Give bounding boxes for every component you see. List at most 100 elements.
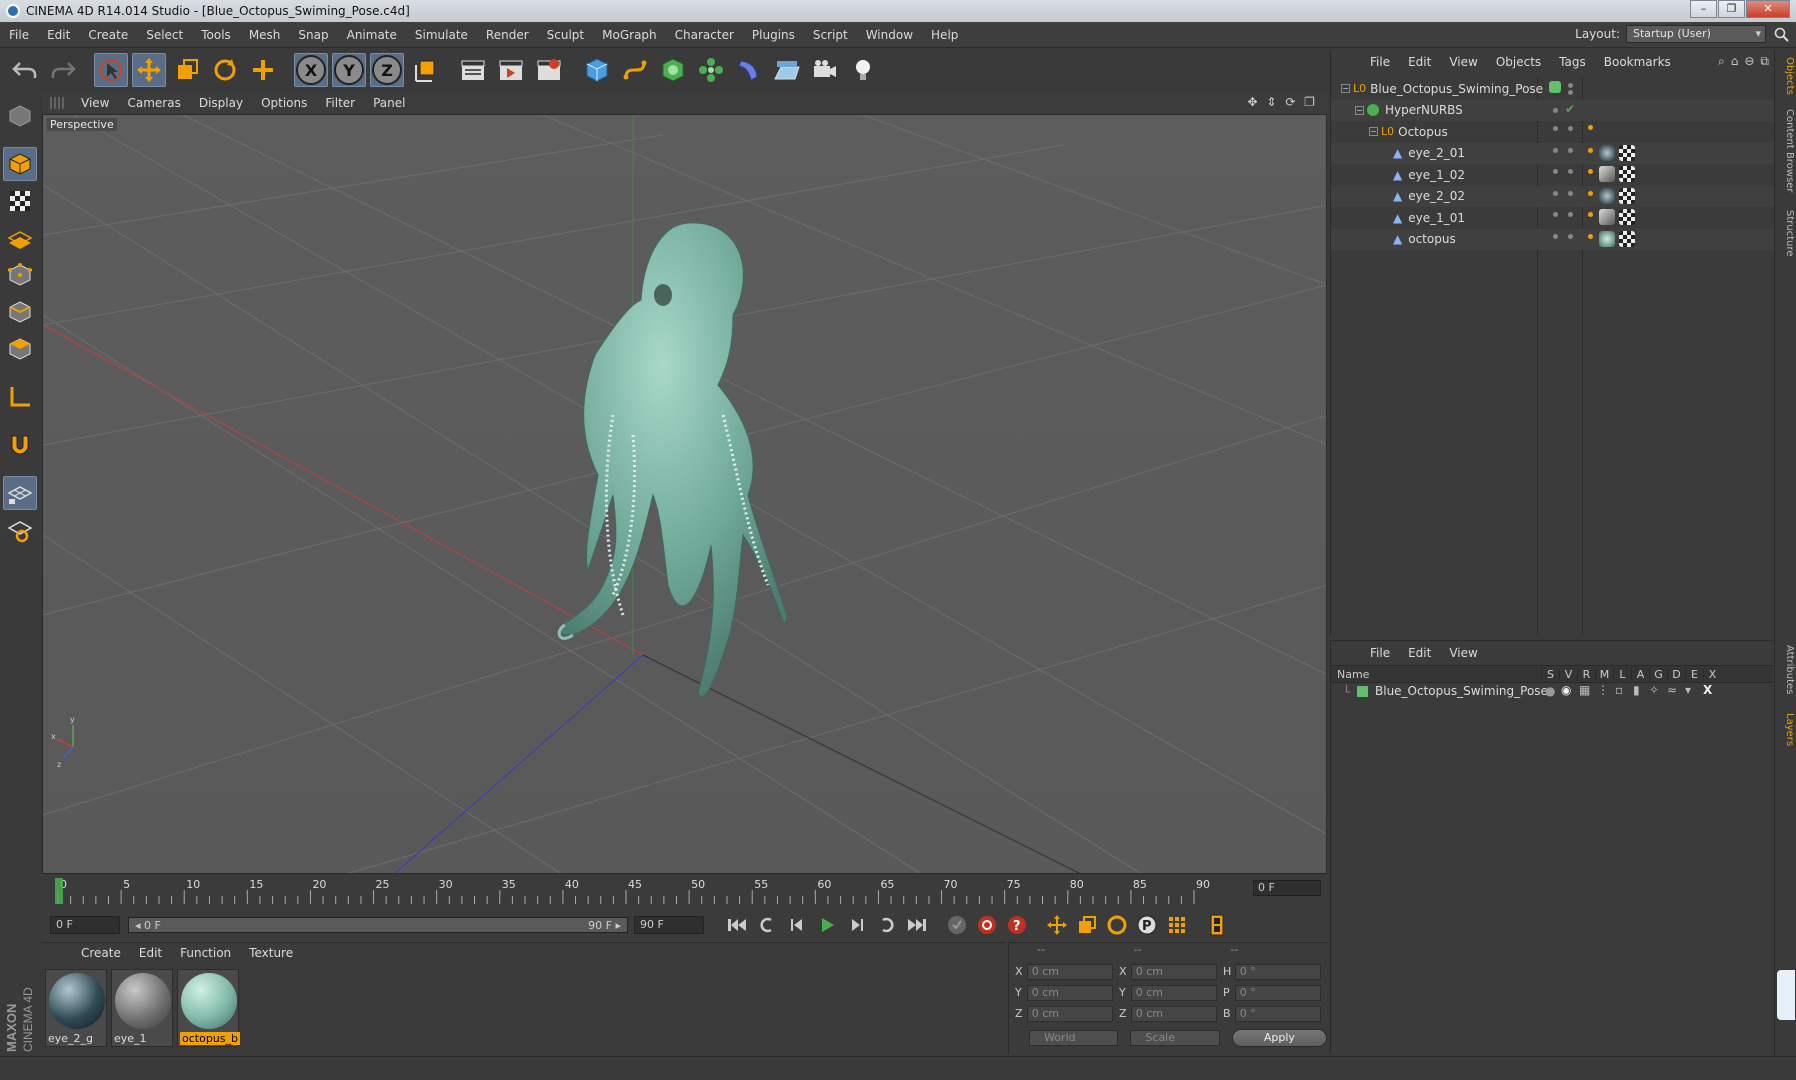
expression-icon[interactable]: ▾	[1685, 683, 1691, 697]
scale-tool[interactable]	[170, 53, 204, 87]
add-scene-floor-button[interactable]	[770, 53, 804, 87]
object-row-hypernurbs[interactable]: − HyperNURBS ✔	[1331, 99, 1774, 121]
redo-button[interactable]	[46, 53, 80, 87]
recent-tool[interactable]	[246, 53, 280, 87]
viewport-menu-filter[interactable]: Filter	[316, 96, 364, 110]
material-swatch-eye-1[interactable]: eye_1	[111, 969, 173, 1047]
render-to-picture-viewer-button[interactable]	[494, 53, 528, 87]
viewport-menu-cameras[interactable]: Cameras	[118, 96, 189, 110]
teamviewer-icon[interactable]	[1777, 970, 1795, 1020]
preview-range-slider[interactable]: ◂ 0 F 90 F ▸	[128, 917, 628, 933]
viewport-menu-display[interactable]: Display	[190, 96, 252, 110]
menu-animate[interactable]: Animate	[338, 28, 406, 42]
workplane-mode-button[interactable]	[3, 221, 37, 255]
column-solo[interactable]: S	[1541, 667, 1559, 681]
goto-start-button[interactable]	[724, 912, 750, 938]
render-visibility-dot[interactable]	[1568, 233, 1573, 239]
axis-mode-button[interactable]	[3, 380, 37, 414]
viewport-menu-panel[interactable]: Panel	[364, 96, 414, 110]
layer-menu-edit[interactable]: Edit	[1399, 646, 1440, 660]
object-menu-tags[interactable]: Tags	[1550, 55, 1595, 69]
keyframe-selection-button[interactable]: ?	[1004, 912, 1030, 938]
record-active-objects-button[interactable]	[944, 912, 970, 938]
add-array-button[interactable]	[694, 53, 728, 87]
enabled-check-icon[interactable]: ✔	[1565, 102, 1575, 116]
search-icon[interactable]	[1774, 27, 1790, 43]
render-visibility-dot[interactable]	[1568, 90, 1573, 95]
column-deformers[interactable]: D	[1667, 667, 1685, 681]
xref-icon[interactable]: X	[1703, 683, 1712, 697]
column-manager[interactable]: M	[1595, 667, 1613, 681]
add-camera-button[interactable]	[808, 53, 842, 87]
render-visibility-dot[interactable]	[1568, 212, 1573, 217]
panel-grip[interactable]	[50, 97, 64, 109]
viewport-menu-options[interactable]: Options	[252, 96, 316, 110]
phong-tag-icon[interactable]	[1588, 147, 1593, 153]
minimize-button[interactable]: –	[1690, 0, 1717, 18]
polygons-mode-button[interactable]	[3, 332, 37, 366]
render-icon[interactable]: ▦	[1579, 683, 1590, 697]
move-tool[interactable]	[132, 53, 166, 87]
layer-row[interactable]: └ Blue_Octopus_Swiming_Pose ● ◉ ▦ ⋮ ▫ ▮ …	[1331, 683, 1773, 701]
object-menu-edit[interactable]: Edit	[1399, 55, 1440, 69]
tab-attributes[interactable]: Attributes	[1777, 640, 1795, 700]
uvw-tag-icon[interactable]	[1619, 187, 1635, 204]
texture-mode-button[interactable]	[3, 184, 37, 218]
viewport-menu-view[interactable]: View	[72, 96, 118, 110]
goto-next-key-button[interactable]	[874, 912, 900, 938]
end-frame-field[interactable]: 90 F	[634, 916, 704, 934]
tab-objects[interactable]: Objects	[1777, 56, 1795, 96]
new-window-icon[interactable]: ⧉	[1760, 54, 1769, 69]
material-tag-eye[interactable]	[1599, 209, 1615, 225]
material-menu-create[interactable]: Create	[72, 946, 130, 960]
material-menu-function[interactable]: Function	[171, 946, 240, 960]
timeline[interactable]: 0 5 10 15 20 25 30 35 40 45 50 55 60 65 70 75 80 85 90 0 F	[42, 874, 1327, 908]
solo-dot-icon[interactable]: ●	[1545, 684, 1555, 698]
object-row-root[interactable]: − L0 Blue_Octopus_Swiming_Pose	[1331, 78, 1774, 100]
editor-visibility-dot[interactable]	[1553, 190, 1558, 196]
play-button[interactable]	[814, 912, 840, 938]
lock-icon[interactable]: ▫	[1615, 683, 1623, 697]
column-render[interactable]: R	[1577, 667, 1595, 681]
object-row-eye-2-02[interactable]: ▲ eye_2_02	[1331, 185, 1774, 207]
timeline-playhead[interactable]	[55, 878, 63, 904]
material-swatch-octopus-b[interactable]: octopus_b	[177, 969, 240, 1047]
layer-menu-view[interactable]: View	[1440, 646, 1486, 660]
editor-visibility-dot[interactable]	[1568, 83, 1573, 88]
x-axis-lock[interactable]: X	[294, 53, 328, 87]
maximize-view-icon[interactable]: ❐	[1302, 95, 1317, 110]
position-x-field[interactable]: 0 cm	[1026, 963, 1113, 980]
snap-button[interactable]	[3, 428, 37, 462]
menu-simulate[interactable]: Simulate	[406, 28, 477, 42]
material-menu-edit[interactable]: Edit	[130, 946, 171, 960]
key-scale-button[interactable]	[1074, 912, 1100, 938]
rotation-p-field[interactable]: 0 °	[1234, 984, 1321, 1001]
material-tag-octopus[interactable]	[1599, 230, 1615, 247]
goto-next-frame-button[interactable]	[844, 912, 870, 938]
size-y-field[interactable]: 0 cm	[1130, 984, 1217, 1001]
menu-tools[interactable]: Tools	[192, 28, 240, 42]
pan-view-icon[interactable]: ✥	[1245, 95, 1260, 110]
render-view-button[interactable]	[456, 53, 490, 87]
z-axis-lock[interactable]: Z	[370, 53, 404, 87]
render-visibility-dot[interactable]	[1568, 190, 1573, 196]
menu-mograph[interactable]: MoGraph	[593, 28, 666, 42]
menu-mesh[interactable]: Mesh	[240, 28, 290, 42]
phong-tag-icon[interactable]	[1588, 190, 1593, 196]
tab-structure[interactable]: Structure	[1777, 206, 1795, 261]
editor-visibility-dot[interactable]	[1553, 126, 1558, 131]
editor-visibility-dot[interactable]	[1553, 233, 1558, 239]
close-button[interactable]: ✕	[1746, 0, 1790, 18]
deformer-icon[interactable]: ≈	[1667, 683, 1677, 697]
menu-sculpt[interactable]: Sculpt	[538, 28, 593, 42]
edges-mode-button[interactable]	[3, 295, 37, 329]
rotation-h-field[interactable]: 0 °	[1234, 963, 1321, 980]
menu-help[interactable]: Help	[922, 28, 967, 42]
object-menu-bookmarks[interactable]: Bookmarks	[1595, 55, 1680, 69]
collapse-toggle[interactable]: −	[1355, 105, 1364, 115]
menu-file[interactable]: File	[0, 28, 38, 42]
menu-create[interactable]: Create	[79, 28, 137, 42]
dolly-view-icon[interactable]: ⇕	[1264, 95, 1279, 110]
size-x-field[interactable]: 0 cm	[1130, 963, 1217, 980]
object-row-eye-2-01[interactable]: ▲ eye_2_01	[1331, 142, 1774, 164]
